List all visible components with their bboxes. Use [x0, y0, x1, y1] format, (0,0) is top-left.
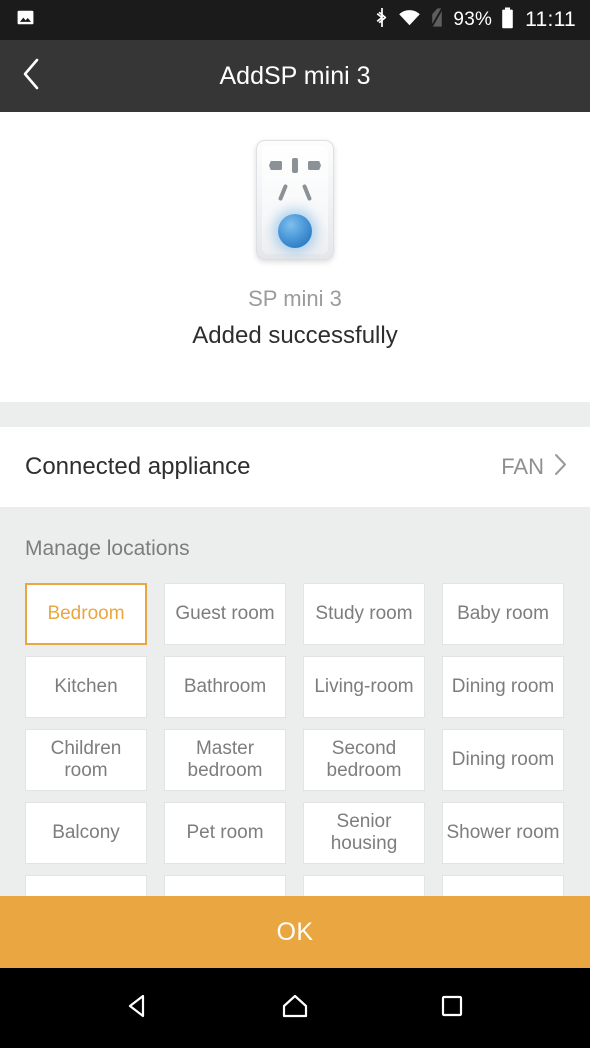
location-option[interactable]: Guest room: [164, 583, 286, 645]
home-icon: [280, 992, 310, 1025]
battery-icon: [501, 7, 514, 34]
location-option-label: Bathroom: [183, 676, 267, 697]
ok-button-label: OK: [276, 917, 314, 946]
clock: 11:11: [525, 8, 576, 31]
status-bar-notifications: [16, 8, 35, 32]
chevron-right-icon: [553, 452, 568, 482]
location-option-label: Living-room: [314, 676, 414, 697]
location-option[interactable]: Senior housing: [303, 802, 425, 864]
location-option[interactable]: Study room: [303, 583, 425, 645]
smart-plug-icon: [256, 140, 334, 260]
location-option[interactable]: Pet room: [164, 802, 286, 864]
bluetooth-icon: [375, 7, 389, 33]
connected-appliance-value: FAN: [501, 454, 544, 479]
location-option-label: Children room: [50, 738, 122, 781]
triangle-back-icon: [124, 992, 152, 1025]
location-option-label: Balcony: [52, 822, 120, 843]
back-button[interactable]: [0, 40, 62, 112]
nav-recents-button[interactable]: [422, 968, 482, 1048]
location-option[interactable]: Master bedroom: [164, 729, 286, 791]
nav-home-button[interactable]: [265, 968, 325, 1048]
location-option[interactable]: Kitchen: [25, 656, 147, 718]
image-icon: [16, 8, 35, 32]
battery-percent: 93%: [453, 9, 493, 30]
location-option-label: Baby room: [457, 603, 549, 624]
device-name: SP mini 3: [248, 286, 342, 311]
ok-button[interactable]: OK: [0, 896, 590, 968]
location-option-label: Shower room: [446, 822, 560, 843]
location-option-label: Second bedroom: [326, 738, 402, 781]
location-option[interactable]: Dining room: [442, 729, 564, 791]
status-bar: 93% 11:11: [0, 0, 590, 40]
location-option-label: Senior housing: [330, 811, 398, 854]
no-sim-icon: [430, 7, 444, 33]
chevron-left-icon: [20, 57, 42, 96]
location-option[interactable]: Dining room: [442, 656, 564, 718]
connected-appliance-value-group: FAN: [501, 452, 568, 482]
location-option[interactable]: Bedroom: [25, 583, 147, 645]
page-title: AddSP mini 3: [219, 61, 371, 90]
location-option[interactable]: Balcony: [25, 802, 147, 864]
device-hero: SP mini 3 Added successfully: [0, 112, 590, 402]
location-option-label: Master bedroom: [187, 738, 263, 781]
wifi-icon: [398, 8, 421, 32]
location-option[interactable]: Children room: [25, 729, 147, 791]
square-recents-icon: [439, 993, 465, 1024]
phone-screen: 93% 11:11 AddSP mini 3 SP mini 3 Added s…: [0, 0, 590, 1048]
connected-appliance-label: Connected appliance: [25, 453, 251, 480]
location-option-label: Bedroom: [47, 603, 125, 624]
location-option-label: Dining room: [451, 749, 555, 770]
location-option-label: Study room: [315, 603, 413, 624]
location-option[interactable]: Bathroom: [164, 656, 286, 718]
connected-appliance-row[interactable]: Connected appliance FAN: [0, 427, 590, 507]
status-bar-indicators: 93% 11:11: [375, 7, 576, 34]
plug-indicator-led: [278, 214, 312, 248]
location-option[interactable]: Second bedroom: [303, 729, 425, 791]
location-option-label: Dining room: [451, 676, 555, 697]
manage-locations-title: Manage locations: [25, 537, 190, 560]
location-option-label: Kitchen: [54, 676, 118, 697]
location-option[interactable]: Baby room: [442, 583, 564, 645]
location-option[interactable]: Living-room: [303, 656, 425, 718]
device-status: Added successfully: [192, 322, 398, 349]
system-navigation-bar: [0, 968, 590, 1048]
location-option[interactable]: Shower room: [442, 802, 564, 864]
locations-grid: Bedroom Guest room Study room Baby room Kitc…: [0, 583, 590, 902]
app-bar: AddSP mini 3: [0, 40, 590, 112]
location-option-label: Guest room: [175, 603, 275, 624]
location-option-label: Pet room: [186, 822, 264, 843]
nav-back-button[interactable]: [108, 968, 168, 1048]
manage-locations-section: Manage locations Bedroom Guest room Study …: [0, 507, 590, 902]
section-divider: [0, 402, 590, 427]
